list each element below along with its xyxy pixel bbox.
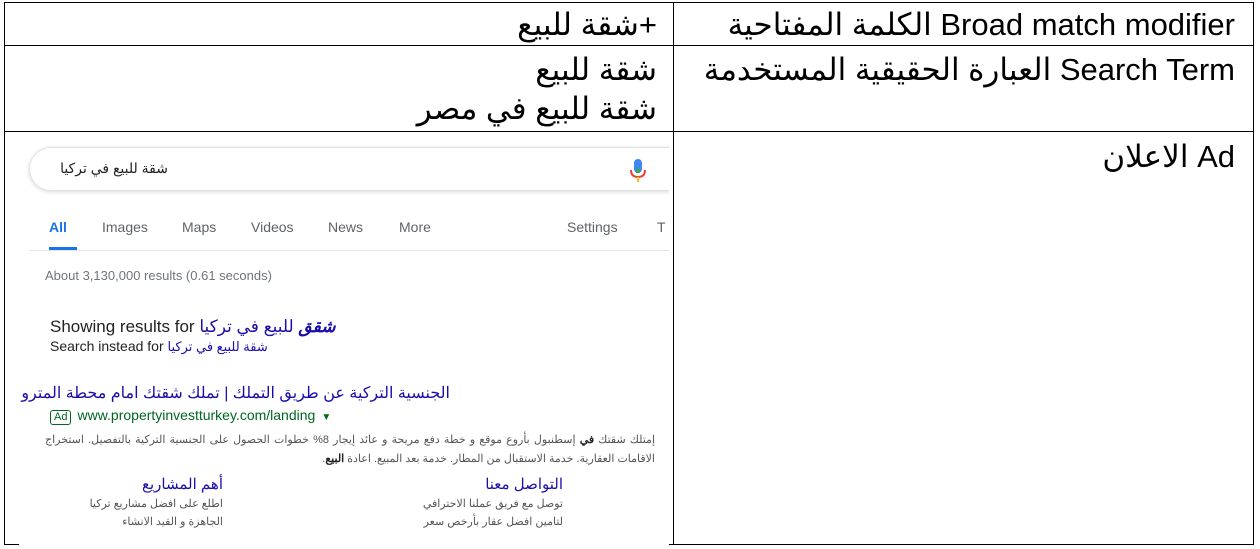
- ad-desc-text: إمتلك شقتك: [598, 434, 656, 446]
- ad-badge: Ad: [50, 410, 72, 425]
- ad-headline-link[interactable]: الجنسية التركية عن طريق التملك | تملك شق…: [21, 383, 450, 403]
- search-term-value: شقة للبيع: [535, 52, 657, 87]
- row-label-search-term: Search Term العبارة الحقيقية المستخدمة: [703, 52, 1235, 87]
- tab-news[interactable]: News: [328, 219, 363, 235]
- active-tab-indicator: [49, 247, 77, 250]
- ad-desc-bold: في: [579, 434, 595, 446]
- sitelink-projects[interactable]: أهم المشاريع اطلع على افضل مشاريع تركيا …: [90, 475, 223, 531]
- ad-desc-text: إسطنبول بأروع موقع و خطة دفع مريحة و عائ…: [45, 434, 655, 465]
- tab-more[interactable]: More: [399, 219, 431, 235]
- search-box[interactable]: شقة للبيع في تركيا: [29, 147, 669, 191]
- comparison-table: Broad match modifier الكلمة المفتاحية +ش…: [4, 2, 1254, 545]
- ad-display-url: Ad www.propertyinvestturkey.com/landing ▼: [50, 407, 331, 425]
- corrected-query-link[interactable]: شقق للبيع في تركيا: [199, 317, 335, 336]
- sitelink-line: الجاهزة و القيد الانشاء: [122, 516, 223, 528]
- mic-icon[interactable]: [628, 158, 648, 184]
- tab-maps[interactable]: Maps: [182, 219, 216, 235]
- tab-tools[interactable]: T: [657, 219, 666, 235]
- search-query: شقة للبيع في تركيا: [60, 160, 168, 176]
- tab-all[interactable]: All: [49, 219, 67, 235]
- ad-desc-bold: البيع: [325, 453, 345, 465]
- ad-url-text[interactable]: www.propertyinvestturkey.com/landing: [77, 407, 315, 423]
- keyword-value: +شقة للبيع: [517, 7, 657, 42]
- dropdown-caret-icon[interactable]: ▼: [321, 412, 331, 423]
- sitelink-line: لتامين افضل عقار بأرخص سعر: [423, 516, 563, 528]
- row-label-keyword: Broad match modifier الكلمة المفتاحية: [727, 7, 1235, 42]
- showing-prefix: Showing results for: [50, 317, 195, 336]
- original-query-link[interactable]: شقة للبيع في تركيا: [168, 339, 268, 354]
- result-stats: About 3,130,000 results (0.61 seconds): [45, 268, 272, 283]
- tab-videos[interactable]: Videos: [251, 219, 294, 235]
- search-instead-for: Search instead for شقة للبيع في تركيا: [50, 338, 268, 355]
- column-divider: [673, 3, 674, 544]
- sitelink-line: توصل مع فريق عملنا الاحترافي: [422, 498, 563, 510]
- row-label-ad: Ad الاعلان: [1102, 139, 1235, 174]
- search-term-value: شقة للبيع في مصر: [416, 91, 657, 126]
- tab-images[interactable]: Images: [102, 219, 148, 235]
- sitelink-line: اطلع على افضل مشاريع تركيا: [89, 498, 223, 510]
- tab-settings[interactable]: Settings: [567, 219, 618, 235]
- showing-results-for: Showing results for شقق للبيع في تركيا: [50, 317, 335, 337]
- serp-screenshot: شقة للبيع في تركيا All Images Maps Video…: [19, 137, 669, 545]
- row-divider: [5, 45, 1253, 46]
- sitelink-title[interactable]: التواصل معنا: [423, 475, 563, 495]
- corrected-query-bold: شقق: [298, 317, 336, 336]
- corrected-query-rest: للبيع في تركيا: [199, 317, 294, 336]
- row-divider: [5, 131, 1253, 132]
- sitelink-contact[interactable]: التواصل معنا توصل مع فريق عملنا الاحتراف…: [423, 475, 563, 531]
- ad-description: إمتلك شقتك في إسطنبول بأروع موقع و خطة د…: [45, 434, 656, 465]
- search-tabs: All Images Maps Videos News More Setting…: [29, 215, 669, 251]
- sitelink-title[interactable]: أهم المشاريع: [90, 475, 223, 495]
- instead-prefix: Search instead for: [50, 338, 164, 354]
